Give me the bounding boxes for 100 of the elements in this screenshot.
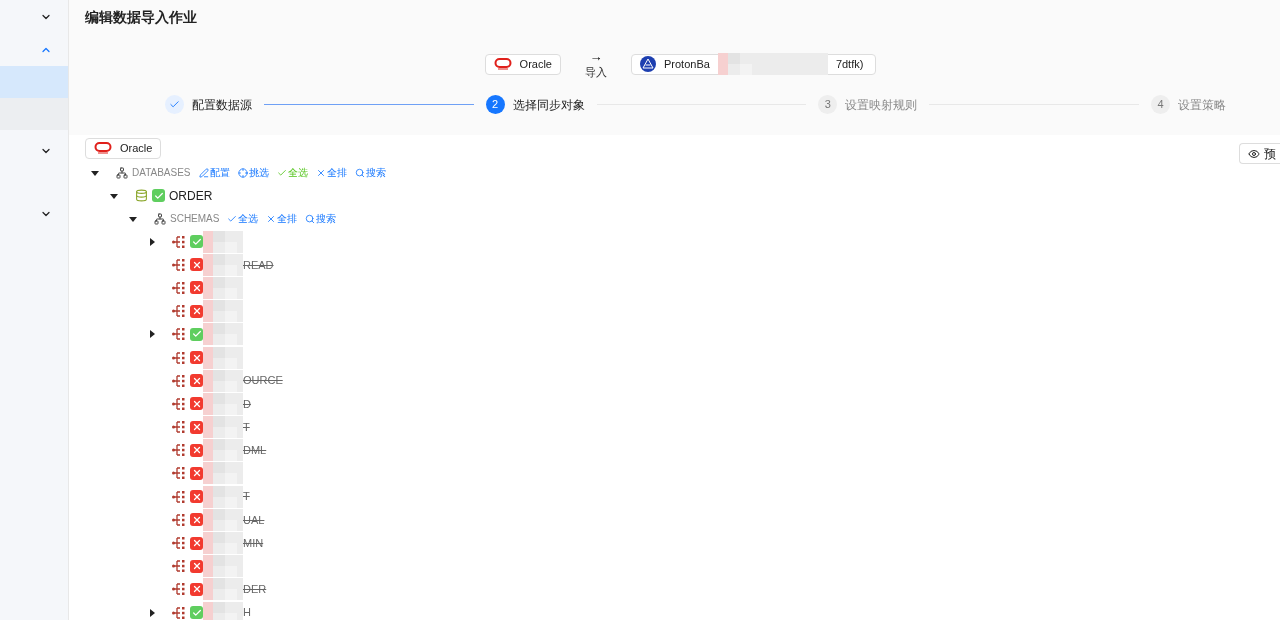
preview-button[interactable]: 预 bbox=[1239, 143, 1280, 164]
tree-action-link[interactable]: 全选 bbox=[227, 211, 259, 226]
schema-icon bbox=[172, 281, 185, 294]
status-marker[interactable] bbox=[190, 559, 203, 573]
schema-name: T bbox=[243, 419, 250, 435]
schema-icon bbox=[172, 606, 185, 619]
status-marker[interactable] bbox=[190, 606, 203, 620]
check-icon bbox=[276, 167, 287, 178]
schema-name: MIN bbox=[243, 535, 264, 551]
tree-node-label: SCHEMAS bbox=[170, 212, 220, 226]
status-marker[interactable] bbox=[190, 490, 203, 504]
schema-name: D bbox=[243, 396, 251, 412]
expand-caret[interactable] bbox=[148, 330, 156, 339]
source-name: Oracle bbox=[120, 140, 153, 156]
tree-action-link[interactable]: 搜索 bbox=[354, 165, 386, 180]
action-label: 导入 bbox=[585, 67, 607, 78]
database-icon bbox=[135, 189, 148, 202]
check-icon bbox=[169, 99, 180, 110]
schema-name: DER bbox=[243, 582, 267, 598]
step-label: 设置策略 bbox=[1178, 96, 1226, 114]
tree-action-link[interactable]: 全排 bbox=[315, 165, 347, 180]
pen-icon bbox=[198, 167, 209, 178]
expand-caret[interactable] bbox=[91, 168, 99, 177]
schema-icon bbox=[172, 328, 185, 341]
redaction-block bbox=[203, 253, 243, 276]
expand-caret[interactable] bbox=[129, 214, 137, 223]
schema-icon bbox=[172, 560, 185, 573]
step-number: 3 bbox=[818, 95, 838, 114]
status-marker[interactable] bbox=[190, 258, 203, 272]
schema-name: READ bbox=[243, 257, 274, 273]
target-icon bbox=[237, 167, 248, 178]
schema-icon bbox=[172, 490, 185, 503]
redaction-block bbox=[203, 392, 243, 415]
tree-action-link[interactable]: 全选 bbox=[276, 165, 308, 180]
close-icon bbox=[266, 213, 277, 224]
triangle-logo-icon bbox=[640, 56, 656, 72]
schema-name: UAL bbox=[243, 512, 265, 528]
page-title: 编辑数据导入作业 bbox=[85, 8, 198, 27]
oracle-logo-icon bbox=[493, 58, 512, 70]
status-marker[interactable] bbox=[190, 235, 203, 249]
oracle-logo-icon bbox=[94, 142, 112, 154]
redaction-block bbox=[203, 323, 243, 346]
target-name-end: 7dtfk) bbox=[835, 56, 864, 72]
status-marker[interactable] bbox=[190, 466, 203, 480]
status-marker[interactable] bbox=[190, 397, 203, 411]
schema-icon bbox=[172, 305, 185, 318]
eye-icon bbox=[1248, 147, 1260, 160]
step-label: 设置映射规则 bbox=[845, 96, 918, 114]
schema-icon bbox=[172, 258, 185, 271]
redaction-block bbox=[203, 462, 243, 485]
schema-icon bbox=[172, 583, 185, 596]
tree-action-link[interactable]: 搜索 bbox=[305, 211, 337, 226]
redaction-block bbox=[203, 346, 243, 369]
redaction-block bbox=[203, 508, 243, 531]
schema-icon bbox=[172, 421, 185, 434]
schema-icon bbox=[172, 444, 185, 457]
status-marker[interactable] bbox=[152, 189, 165, 202]
arrow-text: → bbox=[589, 50, 603, 63]
status-marker[interactable] bbox=[190, 351, 203, 365]
schema-icon bbox=[172, 467, 185, 480]
tree-action-link[interactable]: 配置 bbox=[198, 165, 230, 180]
redaction-block bbox=[203, 369, 243, 392]
schema-name: T bbox=[243, 489, 250, 505]
database-name: ORDER bbox=[169, 187, 213, 205]
schema-name: H bbox=[243, 605, 251, 620]
schema-icon bbox=[172, 513, 185, 526]
status-marker[interactable] bbox=[190, 536, 203, 550]
status-marker[interactable] bbox=[190, 443, 203, 457]
schema-icon bbox=[172, 397, 185, 410]
expand-caret[interactable] bbox=[110, 191, 118, 200]
tree-node-label: DATABASES bbox=[132, 166, 191, 180]
schema-icon bbox=[172, 351, 185, 364]
redaction-block bbox=[203, 532, 243, 555]
step-number: 4 bbox=[1151, 95, 1170, 114]
schema-icon bbox=[172, 537, 185, 550]
search-icon bbox=[305, 213, 316, 224]
source-name: Oracle bbox=[519, 56, 552, 72]
search-icon bbox=[354, 167, 365, 178]
redaction-block bbox=[203, 300, 243, 323]
status-marker[interactable] bbox=[190, 420, 203, 434]
tree-action-link[interactable]: 挑选 bbox=[237, 165, 269, 180]
status-marker[interactable] bbox=[190, 513, 203, 527]
target-name-start: ProtonBa bbox=[664, 56, 710, 72]
status-marker[interactable] bbox=[190, 281, 203, 295]
status-marker[interactable] bbox=[190, 304, 203, 318]
redaction-block bbox=[203, 578, 243, 601]
expand-caret[interactable] bbox=[148, 237, 156, 246]
redaction-block bbox=[203, 485, 243, 508]
hierarchy-icon bbox=[154, 212, 166, 225]
schema-icon bbox=[172, 374, 185, 387]
schema-name: DML bbox=[243, 443, 267, 459]
status-marker[interactable] bbox=[190, 374, 203, 388]
redaction-block bbox=[203, 416, 243, 439]
tree-action-link[interactable]: 全排 bbox=[266, 211, 298, 226]
status-marker[interactable] bbox=[190, 327, 203, 341]
step-label: 选择同步对象 bbox=[512, 96, 585, 114]
redaction-block bbox=[203, 439, 243, 462]
status-marker[interactable] bbox=[190, 582, 203, 596]
step-number: 2 bbox=[485, 95, 505, 114]
expand-caret[interactable] bbox=[148, 608, 156, 617]
